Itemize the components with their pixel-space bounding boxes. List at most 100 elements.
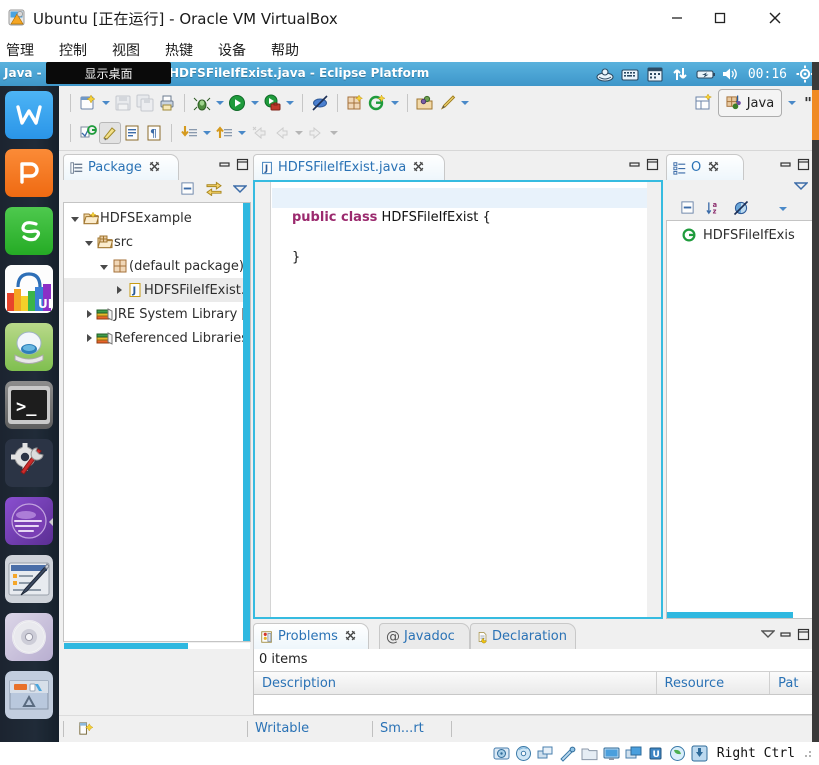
tree-item-hdfsfileifexist[interactable]: J HDFSFileIfExist.j [64,278,250,302]
optical-disk-icon[interactable] [515,745,532,762]
collapse-all-button[interactable] [680,200,695,218]
toggle-mark-occurrences-button[interactable] [99,122,121,144]
column-path[interactable]: Pat [770,672,813,694]
network-transfer-icon[interactable] [670,64,690,84]
twisty-collapsed-icon[interactable] [112,283,126,298]
next-annotation-button[interactable] [77,122,99,144]
code-line[interactable]: } [272,248,661,268]
open-perspective-button[interactable] [693,92,715,114]
twisty-expanded-icon[interactable] [97,259,111,274]
toggle-block-selection-button[interactable]: ¶ [143,122,165,144]
tree-item-jre-system-library[interactable]: JRE System Library [ [64,302,250,326]
editor-gutter[interactable] [255,182,271,617]
forward-dropdown[interactable] [327,122,340,144]
save-button[interactable] [112,92,134,114]
editor-overview-ruler[interactable] [647,182,661,617]
code-line[interactable]: public class HDFSFileIfExist { [272,208,661,228]
perspective-dropdown[interactable] [785,92,798,114]
launcher-item-wps-presentation[interactable] [5,149,53,197]
launcher-item-wps-spreadsheet[interactable] [5,207,53,255]
maximize-button[interactable] [700,6,740,30]
minimize-button[interactable] [657,6,697,30]
launcher-item-terminal[interactable]: >_ [5,381,53,429]
tree-item-src[interactable]: src [64,230,250,254]
tab-package-explorer[interactable]: Package [63,154,179,180]
new-wizard-button[interactable] [77,92,99,114]
perspective-java-button[interactable]: J Java [717,89,783,117]
save-all-button[interactable] [134,92,156,114]
column-description[interactable]: Description [254,672,657,694]
search-pencil-button[interactable] [436,92,458,114]
shared-folder-icon[interactable] [581,745,598,762]
guest-scrollbar-thumb[interactable] [812,90,819,140]
volume-icon[interactable] [720,64,740,84]
maximize-icon[interactable] [236,158,249,171]
tab-javadoc[interactable]: @ Javadoc [379,623,470,649]
remote-display-icon[interactable] [625,745,642,762]
close-button[interactable] [755,6,795,30]
run-button[interactable] [226,92,248,114]
launcher-item-trash[interactable] [5,671,53,719]
menu-device[interactable]: 设备 [215,39,249,61]
usb-icon[interactable] [559,745,576,762]
view-menu-button[interactable] [232,183,248,197]
menu-help[interactable]: 帮助 [268,39,302,61]
run-external-tools-button[interactable] [261,92,283,114]
outline-hscrollbar[interactable] [667,612,793,618]
close-icon[interactable] [708,161,719,175]
maximize-icon[interactable] [797,628,810,641]
close-icon[interactable] [345,630,356,644]
close-icon[interactable] [149,161,160,175]
maximize-icon[interactable] [646,158,659,171]
back-button[interactable] [270,122,292,144]
package-explorer-tree[interactable]: HDFSExample src (default package) J HDFS… [63,202,251,642]
display-icon[interactable] [603,745,620,762]
network-icon[interactable] [537,745,554,762]
maximize-icon[interactable] [797,158,810,171]
menu-view[interactable]: 视图 [109,39,143,61]
resize-grip[interactable] [804,748,813,758]
twisty-expanded-icon[interactable] [68,211,82,226]
outline-menu-button[interactable] [776,198,789,220]
view-menu-button[interactable] [760,628,776,641]
launcher-item-disc-burner[interactable] [5,613,53,661]
hard-disk-icon[interactable] [493,745,510,762]
external-tools-dropdown[interactable] [283,92,296,114]
tab-hdfsfileifexist-java[interactable]: J HDFSFileIfExist.java [253,154,445,180]
launcher-item-ubuntu-software-center[interactable]: UK [5,265,53,313]
new-dropdown[interactable] [99,92,112,114]
twisty-expanded-icon[interactable] [82,235,96,250]
next-dropdown[interactable] [200,122,213,144]
last-edit-location-button[interactable] [248,122,270,144]
launcher-item-system-settings[interactable] [5,439,53,487]
column-resource[interactable]: Resource [657,672,771,694]
ubuntu-one-icon[interactable] [595,64,615,84]
print-button[interactable] [156,92,178,114]
minimize-icon[interactable] [628,158,641,171]
previous-edit-location-button[interactable] [213,122,235,144]
minimize-icon[interactable] [218,158,231,171]
launcher-item-wps-writer[interactable] [5,91,53,139]
next-edit-location-button[interactable] [178,122,200,144]
clock[interactable]: 00:16 [745,67,790,82]
tab-outline[interactable]: O [666,154,744,180]
package-explorer-hscrollbar[interactable] [64,643,188,649]
close-icon[interactable] [413,161,424,175]
problems-table-body[interactable] [254,695,813,714]
menu-manage[interactable]: 管理 [3,39,37,61]
new-java-package-button[interactable] [344,92,366,114]
virtualization-icon[interactable] [669,745,686,762]
debug-dropdown[interactable] [213,92,226,114]
problems-table[interactable]: 0 items Description Resource Pat [253,649,814,715]
twisty-collapsed-icon[interactable] [82,331,96,346]
launcher-item-gedit[interactable] [5,555,53,603]
debug-button[interactable] [191,92,213,114]
menu-hotkey[interactable]: 热键 [162,39,196,61]
launcher-item-help[interactable] [5,323,53,371]
open-type-button[interactable] [414,92,436,114]
tab-problems[interactable]: Problems [253,623,369,649]
launcher-item-eclipse[interactable] [5,497,53,545]
minimize-icon[interactable] [779,158,792,171]
show-whitespace-button[interactable] [121,122,143,144]
previous-dropdown[interactable] [235,122,248,144]
